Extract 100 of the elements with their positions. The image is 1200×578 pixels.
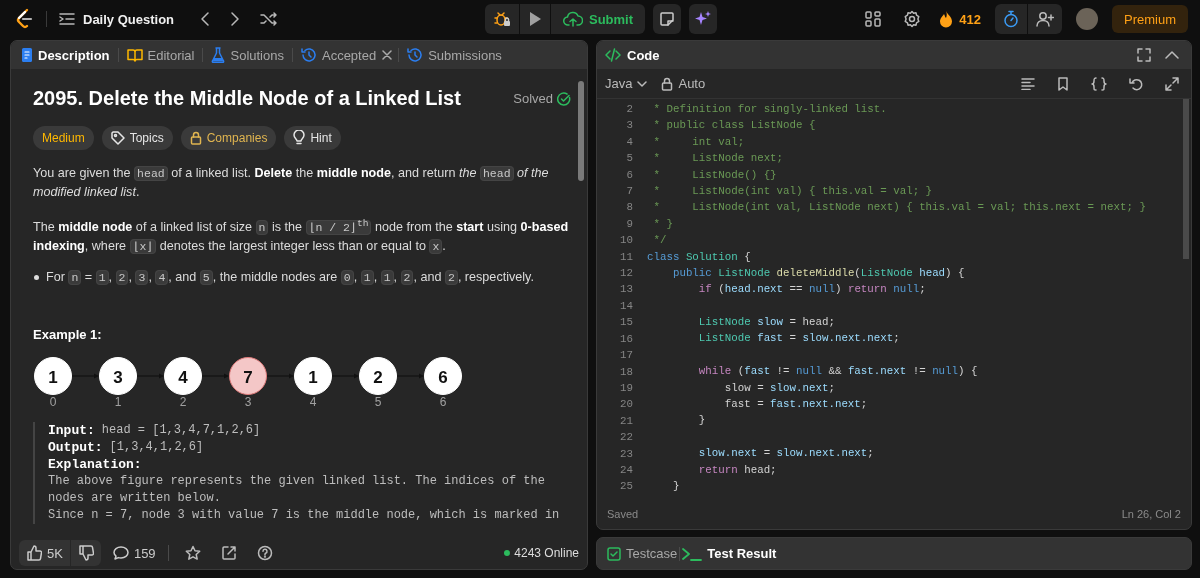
- panel-tab[interactable]: Submissions: [405, 43, 504, 67]
- line-number: 11: [619, 249, 633, 265]
- close-icon[interactable]: [382, 50, 393, 60]
- cursor-position: Ln 26, Col 2: [1121, 508, 1181, 520]
- list-node: 4: [164, 356, 202, 395]
- stopwatch-icon: [1003, 10, 1019, 28]
- example-heading: Example 1:: [33, 326, 103, 342]
- shuffle-icon[interactable]: [260, 12, 279, 26]
- line-number: 3: [625, 118, 633, 134]
- comments-button[interactable]: 159: [112, 545, 156, 561]
- invite-button[interactable]: [1028, 4, 1062, 34]
- panel-tab[interactable]: Editorial: [124, 43, 197, 67]
- document-icon: [21, 47, 33, 63]
- notes-button[interactable]: [653, 4, 682, 34]
- debug-button[interactable]: [484, 4, 519, 34]
- expand-icon[interactable]: [1165, 76, 1179, 91]
- logo-icon[interactable]: [14, 8, 34, 30]
- node-index: 0: [49, 394, 57, 409]
- code-line: return head;: [697, 462, 778, 478]
- share-icon[interactable]: [220, 545, 237, 561]
- play-icon: [527, 11, 542, 27]
- chevron-left-icon[interactable]: [200, 11, 211, 27]
- bookmark-icon[interactable]: [1057, 76, 1069, 91]
- line-number: 15: [619, 315, 633, 331]
- panel-tab[interactable]: Description: [19, 43, 112, 67]
- help-icon[interactable]: [256, 545, 273, 561]
- lock-icon: [661, 76, 674, 91]
- history-icon: [407, 47, 424, 63]
- problem-list-button[interactable]: Daily Question: [59, 11, 175, 27]
- line-number: 13: [619, 282, 633, 298]
- code-line: class Solution {: [647, 249, 752, 265]
- code-line: }: [697, 413, 707, 429]
- chevron-right-icon[interactable]: [230, 11, 241, 27]
- ai-assistant-button[interactable]: [689, 4, 718, 34]
- terminal-icon: [682, 546, 703, 561]
- arrow: [396, 373, 424, 379]
- code-line: ListNode fast = slow.next.next;: [697, 331, 901, 347]
- streak-counter[interactable]: 412: [939, 10, 981, 28]
- book-icon: [126, 48, 143, 62]
- code-line: * }: [652, 216, 674, 232]
- thumbs-up-icon: [26, 545, 42, 561]
- panel-tab[interactable]: Accepted: [298, 43, 379, 67]
- code-line: * public class ListNode {: [652, 118, 817, 134]
- tag-icon: [110, 131, 125, 145]
- code-line: while (fast != null && fast.next != null) {: [697, 364, 979, 380]
- line-number: 4: [625, 134, 633, 150]
- checkbox-icon: [607, 546, 621, 561]
- line-number: 23: [619, 446, 633, 462]
- save-status: Saved: [607, 508, 639, 520]
- code-line: * ListNode(int val, ListNode next) { this.val = val; this.next = next; }: [652, 200, 1146, 216]
- undo-icon[interactable]: [1129, 76, 1143, 91]
- thumbs-down-icon: [77, 545, 94, 561]
- paragraph: You are given the head of a linked list. Delete the middle node, and return the head of the modified linked list.: [33, 165, 550, 201]
- line-number: 12: [619, 266, 633, 282]
- flask-icon: [211, 47, 226, 63]
- line-number: 8: [625, 200, 633, 216]
- premium-button[interactable]: Premium: [1112, 5, 1188, 33]
- companies-tag[interactable]: Companies: [180, 126, 277, 150]
- panel-tab[interactable]: Solutions: [209, 43, 286, 67]
- code-line: * ListNode(int val) { this.val = val; }: [652, 183, 934, 199]
- submit-button[interactable]: Submit: [550, 4, 646, 34]
- arrow: [71, 373, 99, 379]
- topics-tag[interactable]: Topics: [101, 126, 173, 150]
- lock-icon: [189, 131, 202, 145]
- highlighted-list-node: 7: [229, 356, 267, 395]
- run-button[interactable]: [519, 4, 550, 34]
- align-left-icon[interactable]: [1021, 77, 1035, 90]
- dislike-button[interactable]: [70, 540, 101, 566]
- scrollbar-thumb[interactable]: [1183, 99, 1189, 259]
- bug-icon: [492, 10, 511, 28]
- node-index: 1: [114, 394, 122, 409]
- node-index: 6: [439, 394, 447, 409]
- avatar[interactable]: [1076, 8, 1098, 30]
- like-button[interactable]: 5K: [19, 540, 70, 566]
- difficulty-tag[interactable]: Medium: [33, 126, 94, 150]
- panel-tab[interactable]: Testcase: [605, 541, 680, 566]
- settings-icon[interactable]: [903, 10, 922, 28]
- mode-button[interactable]: Auto: [661, 76, 706, 91]
- braces-icon[interactable]: [1091, 76, 1107, 91]
- chevron-up-icon[interactable]: [1165, 50, 1179, 60]
- timer-button[interactable]: [995, 4, 1027, 34]
- language-dropdown[interactable]: Java: [605, 76, 648, 91]
- line-number: 6: [625, 167, 633, 183]
- line-number: 21: [619, 413, 633, 429]
- line-number: 16: [619, 331, 633, 347]
- node-index: 2: [179, 394, 187, 409]
- panel-title: Code: [627, 47, 660, 63]
- grid-icon[interactable]: [865, 11, 882, 27]
- fullscreen-icon[interactable]: [1137, 48, 1151, 62]
- flame-icon: [939, 10, 954, 28]
- scrollbar-thumb[interactable]: [578, 81, 584, 181]
- arrow: [331, 373, 359, 379]
- code-line: * int val;: [652, 134, 746, 150]
- list-node: 2: [359, 356, 397, 395]
- hint-tag[interactable]: Hint: [284, 126, 341, 150]
- line-number: 7: [625, 184, 633, 200]
- panel-tab[interactable]: Test Result: [680, 541, 779, 566]
- star-icon[interactable]: [184, 545, 201, 561]
- code-line: if (head.next == null) return null;: [697, 282, 927, 298]
- note-icon: [659, 11, 676, 27]
